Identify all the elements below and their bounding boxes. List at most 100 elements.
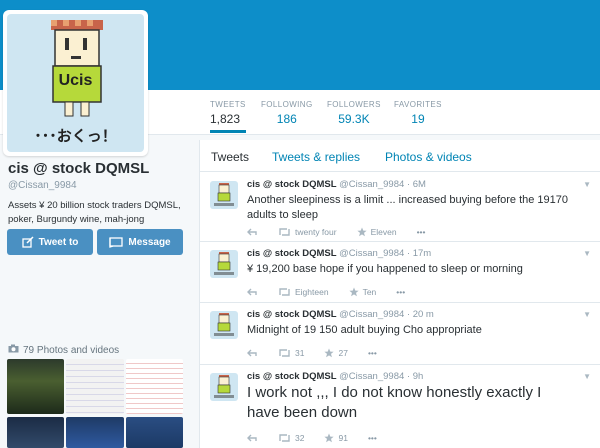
stat-favorites[interactable]: FAVORITES 19: [394, 100, 442, 126]
profile-bio: Assets ¥ 20 billion stock traders DQMSL,…: [8, 200, 181, 225]
profile-name[interactable]: cis @ stock DQMSL: [8, 160, 188, 177]
retweet-icon: [278, 228, 291, 236]
tweet-avatar[interactable]: [210, 373, 238, 401]
stat-value: 1,823: [210, 112, 241, 126]
stat-tweets[interactable]: TWEETS 1,823: [210, 100, 246, 133]
photos-label: 79 Photos and videos: [23, 344, 120, 356]
tweet-text: Midnight of 19 150 adult buying Cho appr…: [247, 324, 482, 336]
reply-button[interactable]: [247, 288, 258, 296]
message-icon: [109, 236, 124, 248]
tweet-text: I work not ,,, I do not know honestly ex…: [247, 384, 542, 421]
tweet-actions: 32 91 •••: [247, 433, 397, 443]
photo-thumbnail[interactable]: [66, 417, 124, 448]
avatar-caption: ･･･おくっ！: [34, 127, 117, 145]
retweet-button[interactable]: 31: [278, 348, 304, 358]
tweet-avatar[interactable]: [210, 311, 238, 339]
reply-button[interactable]: [247, 349, 258, 357]
tweet-header: cis @ stock DQMSL @Cissan_9984 · 17m: [247, 248, 431, 259]
retweet-icon: [278, 349, 291, 357]
tab-tweets[interactable]: Tweets: [211, 150, 249, 164]
profile-avatar[interactable]: Ucis ･･･おくっ！: [3, 10, 148, 156]
photos-and-videos-link[interactable]: 79 Photos and videos: [8, 344, 119, 356]
tweet-meta: @Cissan_9984 · 17m: [339, 248, 432, 259]
camera-icon: [8, 344, 19, 356]
timeline-tabs: Tweets Tweets & replies Photos & videos: [200, 140, 600, 172]
retweet-count: twenty four: [295, 227, 337, 237]
retweet-icon: [278, 288, 291, 296]
retweet-count: 31: [295, 348, 305, 358]
more-dots-icon[interactable]: •••: [396, 287, 405, 297]
tweet-header: cis @ stock DQMSL @Cissan_9984 · 6M: [247, 179, 426, 190]
tweet-author-name[interactable]: cis @ stock DQMSL: [247, 371, 337, 382]
tweet-to-button[interactable]: Tweet to: [7, 229, 93, 255]
chevron-down-icon[interactable]: ▼: [583, 310, 591, 319]
stat-following[interactable]: FOLLOWING 186: [261, 100, 313, 126]
profile-handle[interactable]: @Cissan_9984: [8, 180, 188, 191]
avatar-image: Ucis ･･･おくっ！: [7, 14, 144, 152]
tweet-to-label: Tweet to: [38, 236, 79, 248]
favorite-count: 91: [338, 433, 348, 443]
message-label: Message: [128, 236, 171, 248]
star-icon: [324, 348, 335, 358]
tweet-header: cis @ stock DQMSL @Cissan_9984 · 20 m: [247, 309, 434, 320]
chevron-down-icon[interactable]: ▼: [583, 180, 591, 189]
tab-photos-and-videos[interactable]: Photos & videos: [385, 150, 472, 164]
tweet-author-name[interactable]: cis @ stock DQMSL: [247, 248, 337, 259]
tweet-item[interactable]: cis @ stock DQMSL @Cissan_9984 · 9h ▼ I …: [200, 365, 600, 448]
star-icon: [324, 433, 335, 443]
retweet-button[interactable]: 32: [278, 433, 304, 443]
stat-label: FAVORITES: [394, 100, 442, 109]
profile-card: cis @ stock DQMSL @Cissan_9984 Assets ¥ …: [8, 160, 188, 227]
more-dots-icon[interactable]: •••: [417, 227, 426, 237]
timeline: Tweets Tweets & replies Photos & videos …: [199, 140, 600, 448]
tweet-item[interactable]: cis @ stock DQMSL @Cissan_9984 · 20 m ▼ …: [200, 303, 600, 365]
tweet-avatar[interactable]: [210, 181, 238, 209]
reply-arrow-icon: [247, 288, 258, 296]
chevron-down-icon[interactable]: ▼: [583, 249, 591, 258]
favorite-button[interactable]: Ten: [348, 287, 377, 297]
photo-thumbnail[interactable]: [7, 359, 64, 414]
stat-label: FOLLOWING: [261, 100, 313, 109]
tweet-item[interactable]: cis @ stock DQMSL @Cissan_9984 · 6M ▼ An…: [200, 173, 600, 242]
stat-label: FOLLOWERS: [327, 100, 381, 109]
chevron-down-icon[interactable]: ▼: [583, 372, 591, 381]
favorite-button[interactable]: 91: [324, 433, 348, 443]
retweet-button[interactable]: twenty four: [278, 227, 337, 237]
favorite-count: 27: [338, 348, 348, 358]
tweet-author-name[interactable]: cis @ stock DQMSL: [247, 179, 337, 190]
tweet-actions: twenty four Eleven •••: [247, 227, 446, 237]
favorite-button[interactable]: Eleven: [356, 227, 397, 237]
tweet-meta: @Cissan_9984 · 9h: [339, 371, 424, 382]
tweet-meta: @Cissan_9984 · 6M: [339, 179, 426, 190]
retweet-button[interactable]: Eighteen: [278, 287, 329, 297]
photo-thumbnail[interactable]: [126, 417, 183, 448]
photo-thumbnail[interactable]: [66, 359, 124, 414]
retweet-icon: [278, 434, 291, 442]
avatar-badge-text: Ucis: [58, 72, 93, 89]
tweet-avatar[interactable]: [210, 250, 238, 278]
stat-label: TWEETS: [210, 100, 246, 109]
stat-followers[interactable]: FOLLOWERS 59.3K: [327, 100, 381, 126]
tweet-author-name[interactable]: cis @ stock DQMSL: [247, 309, 337, 320]
more-dots-icon[interactable]: •••: [368, 433, 377, 443]
reply-arrow-icon: [247, 434, 258, 442]
tweet-actions: Eighteen Ten •••: [247, 287, 425, 297]
photo-thumbnail[interactable]: [126, 359, 183, 414]
tweet-item[interactable]: cis @ stock DQMSL @Cissan_9984 · 17m ▼ ¥…: [200, 242, 600, 303]
reply-button[interactable]: [247, 228, 258, 236]
tab-tweets-and-replies[interactable]: Tweets & replies: [272, 150, 360, 164]
stat-value: 186: [276, 112, 297, 126]
photo-thumbnail[interactable]: [7, 417, 64, 448]
tweet-actions: 31 27 •••: [247, 348, 397, 358]
compose-icon: [21, 236, 34, 248]
reply-arrow-icon: [247, 228, 258, 236]
favorite-count: Ten: [362, 287, 377, 297]
stat-value: 59.3K: [338, 112, 370, 126]
reply-button[interactable]: [247, 434, 258, 442]
more-dots-icon[interactable]: •••: [368, 348, 377, 358]
favorite-button[interactable]: 27: [324, 348, 348, 358]
tweet-meta: @Cissan_9984 · 20 m: [339, 309, 434, 320]
tweet-header: cis @ stock DQMSL @Cissan_9984 · 9h: [247, 371, 423, 382]
message-button[interactable]: Message: [97, 229, 183, 255]
tweet-text: ¥ 19,200 base hope if you happened to sl…: [247, 263, 523, 275]
